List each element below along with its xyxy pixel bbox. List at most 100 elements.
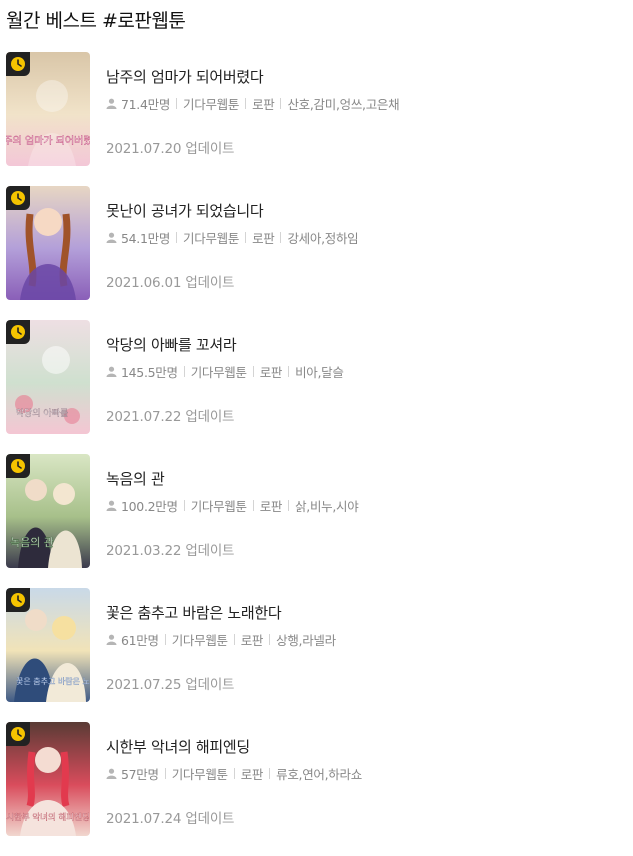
item-title[interactable]: 남주의 엄마가 되어버렸다 — [106, 66, 399, 87]
divider — [183, 366, 185, 377]
webtoon-item[interactable]: 남주의 엄마가 되어버렸다 남주의 엄마가 되어버렸다 71.4만명 기다무웹툰… — [0, 52, 633, 186]
genre-label: 로판 — [252, 97, 275, 112]
divider — [183, 500, 185, 511]
item-title[interactable]: 녹음의 관 — [106, 468, 358, 489]
cover-thumbnail[interactable] — [6, 186, 90, 300]
divider — [252, 500, 254, 511]
genre-label: 로판 — [259, 499, 283, 514]
webtoon-item[interactable]: 못난이 공녀가 되었습니다 54.1만명 기다무웹툰 로판 강세아,정하임 20… — [0, 186, 633, 320]
genre-label: 로판 — [259, 365, 283, 380]
cover-text: 꽃은 춤추고 바람은 노래한다 — [16, 676, 90, 686]
section-title: 월간 베스트 #로판웹툰 — [6, 10, 186, 32]
user-icon — [106, 500, 117, 511]
update-date: 2021.07.24 업데이트 — [106, 811, 235, 827]
wait-free-badge — [6, 722, 30, 746]
divider — [280, 232, 282, 243]
webtoon-item[interactable]: 시한부 악녀의 해피엔딩 시한부 악녀의 해피엔딩 57만명 기다무웹툰 로판 … — [0, 722, 633, 856]
genre-label: 로판 — [240, 767, 264, 782]
item-meta: 57만명 기다무웹툰 로판 류호,연어,하라쇼 — [106, 764, 362, 783]
webtoon-item[interactable]: 녹음의 관 녹음의 관 100.2만명 기다무웹툰 로판 삵,비누,시야 202… — [0, 454, 633, 588]
view-count: 54.1만명 — [121, 231, 171, 246]
platform-label: 기다무웹툰 — [190, 499, 247, 514]
authors-label: 삵,비누,시야 — [295, 499, 359, 514]
authors-label: 강세아,정하임 — [287, 231, 359, 246]
divider — [269, 634, 271, 645]
genre-label: 로판 — [240, 633, 264, 648]
platform-label: 기다무웹툰 — [183, 97, 240, 112]
item-title[interactable]: 꽃은 춤추고 바람은 노래한다 — [106, 602, 336, 623]
platform-label: 기다무웹툰 — [183, 231, 240, 246]
wait-free-badge — [6, 186, 30, 210]
update-date: 2021.03.22 업데이트 — [106, 543, 235, 559]
view-count: 61만명 — [121, 633, 159, 648]
user-icon — [106, 98, 117, 109]
clock-icon — [11, 57, 25, 71]
platform-label: 기다무웹툰 — [190, 365, 247, 380]
clock-icon — [11, 325, 25, 339]
user-icon — [106, 768, 117, 779]
monthly-best-page: 월간 베스트 #로판웹툰 남주의 엄마가 되어버렸다 남주의 엄마가 되어버렸다 — [0, 0, 633, 849]
divider — [280, 98, 282, 109]
cover-thumbnail[interactable]: 꽃은 춤추고 바람은 노래한다 — [6, 588, 90, 702]
user-icon — [106, 366, 117, 377]
cover-text: 시한부 악녀의 해피엔딩 — [6, 812, 90, 823]
update-date: 2021.07.22 업데이트 — [106, 409, 235, 425]
item-meta: 71.4만명 기다무웹툰 로판 산호,감미,엉쓰,고은채 — [106, 94, 400, 113]
divider — [233, 634, 235, 645]
view-count: 71.4만명 — [121, 97, 171, 112]
clock-icon — [11, 593, 25, 607]
item-info: 녹음의 관 100.2만명 기다무웹툰 로판 삵,비누,시야 2021.03.2… — [106, 468, 359, 559]
view-count: 57만명 — [121, 767, 159, 782]
item-info: 악당의 아빠를 꼬셔라 145.5만명 기다무웹툰 로판 비아,달슬 2021.… — [106, 334, 344, 425]
item-title[interactable]: 시한부 악녀의 해피엔딩 — [106, 736, 362, 757]
authors-label: 산호,감미,엉쓰,고은채 — [287, 97, 400, 112]
divider — [176, 98, 178, 109]
update-date: 2021.07.20 업데이트 — [106, 141, 235, 157]
divider — [245, 98, 247, 109]
platform-label: 기다무웹툰 — [171, 767, 228, 782]
genre-label: 로판 — [252, 231, 275, 246]
item-meta: 145.5만명 기다무웹툰 로판 비아,달슬 — [106, 362, 344, 381]
platform-label: 기다무웹툰 — [171, 633, 228, 648]
item-title[interactable]: 악당의 아빠를 꼬셔라 — [106, 334, 344, 355]
item-meta: 100.2만명 기다무웹툰 로판 삵,비누,시야 — [106, 496, 359, 515]
authors-label: 류호,연어,하라쇼 — [276, 767, 362, 782]
user-icon — [106, 634, 117, 645]
divider — [252, 366, 254, 377]
webtoon-item[interactable]: 악당의 아빠를 악당의 아빠를 꼬셔라 145.5만명 기다무웹툰 로판 비아,… — [0, 320, 633, 454]
divider — [164, 768, 166, 779]
authors-label: 상행,라넬라 — [276, 633, 336, 648]
item-meta: 54.1만명 기다무웹툰 로판 강세아,정하임 — [106, 228, 359, 247]
update-date: 2021.06.01 업데이트 — [106, 275, 235, 291]
update-date: 2021.07.25 업데이트 — [106, 677, 235, 693]
item-title[interactable]: 못난이 공녀가 되었습니다 — [106, 200, 358, 221]
wait-free-badge — [6, 320, 30, 344]
cover-text: 악당의 아빠를 — [16, 407, 69, 419]
cover-thumbnail[interactable]: 녹음의 관 — [6, 454, 90, 568]
wait-free-badge — [6, 588, 30, 612]
clock-icon — [11, 727, 25, 741]
item-info: 꽃은 춤추고 바람은 노래한다 61만명 기다무웹툰 로판 상행,라넬라 202… — [106, 602, 336, 693]
item-info: 못난이 공녀가 되었습니다 54.1만명 기다무웹툰 로판 강세아,정하임 20… — [106, 200, 359, 291]
wait-free-badge — [6, 52, 30, 76]
cover-thumbnail[interactable]: 시한부 악녀의 해피엔딩 — [6, 722, 90, 836]
divider — [164, 634, 166, 645]
divider — [288, 366, 290, 377]
view-count: 100.2만명 — [121, 499, 178, 514]
divider — [245, 232, 247, 243]
divider — [269, 768, 271, 779]
cover-thumbnail[interactable]: 남주의 엄마가 되어버렸다 — [6, 52, 90, 166]
view-count: 145.5만명 — [121, 365, 178, 380]
authors-label: 비아,달슬 — [295, 365, 344, 380]
item-info: 시한부 악녀의 해피엔딩 57만명 기다무웹툰 로판 류호,연어,하라쇼 202… — [106, 736, 362, 827]
cover-text: 남주의 엄마가 되어버렸다 — [6, 134, 90, 147]
divider — [288, 500, 290, 511]
webtoon-list: 남주의 엄마가 되어버렸다 남주의 엄마가 되어버렸다 71.4만명 기다무웹툰… — [0, 52, 633, 856]
cover-text: 녹음의 관 — [10, 536, 54, 549]
clock-icon — [11, 459, 25, 473]
divider — [233, 768, 235, 779]
user-icon — [106, 232, 117, 243]
divider — [176, 232, 178, 243]
webtoon-item[interactable]: 꽃은 춤추고 바람은 노래한다 꽃은 춤추고 바람은 노래한다 61만명 기다무… — [0, 588, 633, 722]
cover-thumbnail[interactable]: 악당의 아빠를 — [6, 320, 90, 434]
